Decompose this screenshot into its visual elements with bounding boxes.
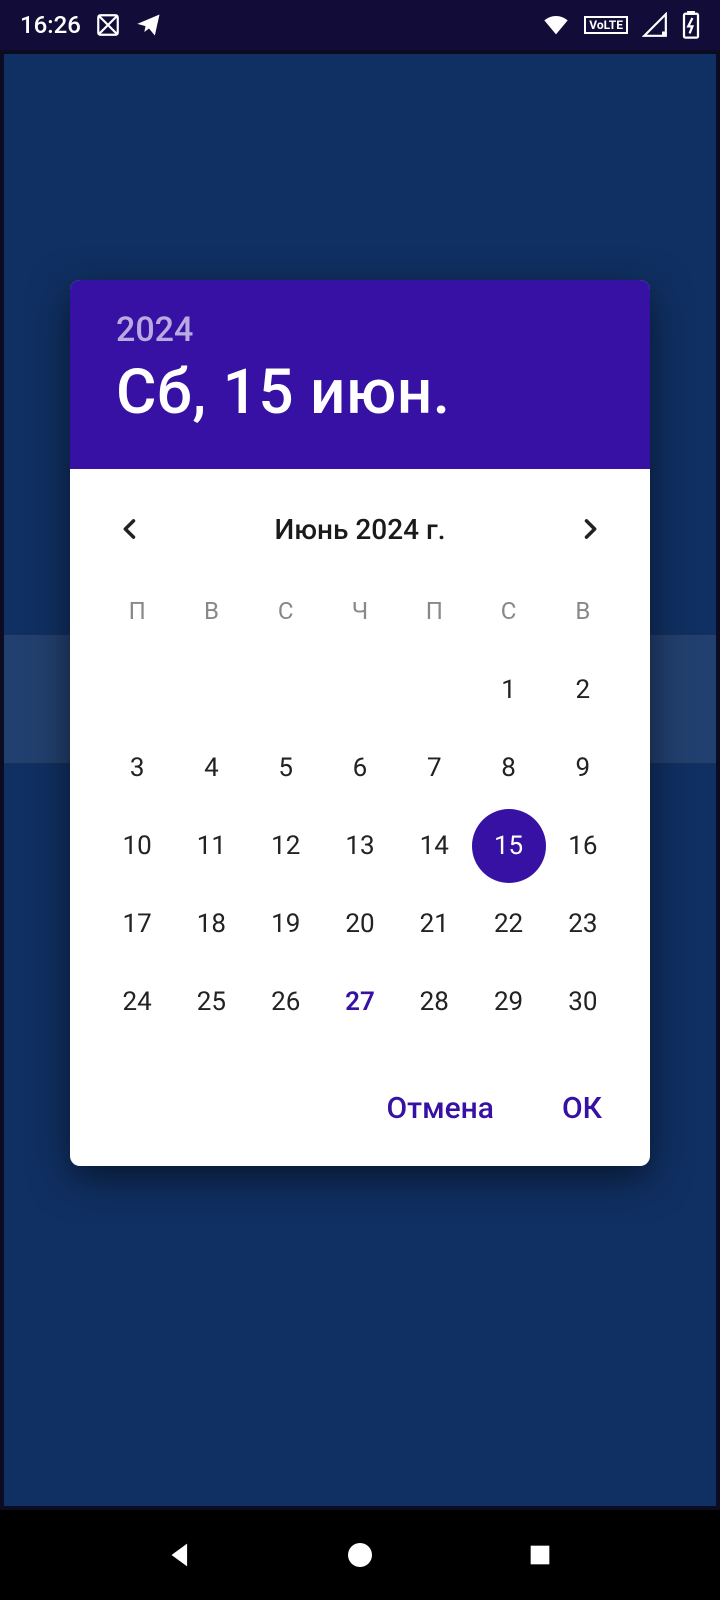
calendar-day[interactable]: 28 — [397, 963, 471, 1041]
calendar-day[interactable]: 25 — [174, 963, 248, 1041]
calendar-day[interactable]: 1 — [471, 651, 545, 729]
calendar-day[interactable]: 17 — [100, 885, 174, 963]
chevron-left-icon — [116, 515, 144, 543]
back-nav-button[interactable] — [140, 1525, 220, 1585]
calendar-day[interactable]: 10 — [100, 807, 174, 885]
calendar-day[interactable]: 12 — [249, 807, 323, 885]
calendar-day[interactable]: 15 — [471, 807, 545, 885]
calendar-day[interactable]: 19 — [249, 885, 323, 963]
dialog-header: 2024 Сб, 15 июн. — [70, 280, 650, 469]
calendar-day[interactable]: 30 — [546, 963, 620, 1041]
calendar-day[interactable]: 2 — [546, 651, 620, 729]
calendar-day[interactable]: 26 — [249, 963, 323, 1041]
calendar-day[interactable]: 7 — [397, 729, 471, 807]
calendar-day[interactable]: 4 — [174, 729, 248, 807]
prev-month-button[interactable] — [108, 507, 152, 551]
calendar-day-blank — [174, 651, 248, 729]
app-icon-1 — [95, 12, 121, 38]
selected-date-label[interactable]: Сб, 15 июн. — [116, 356, 604, 429]
signal-icon — [642, 12, 668, 38]
status-bar-left: 16:26 — [20, 11, 163, 39]
calendar-day[interactable]: 5 — [249, 729, 323, 807]
calendar-day[interactable]: 22 — [471, 885, 545, 963]
calendar-day[interactable]: 13 — [323, 807, 397, 885]
cancel-button[interactable]: Отмена — [387, 1091, 494, 1126]
weekday-header: В — [174, 581, 248, 651]
calendar-day[interactable]: 3 — [100, 729, 174, 807]
weekday-header: Ч — [323, 581, 397, 651]
battery-charging-icon — [682, 11, 700, 39]
calendar-day-blank — [323, 651, 397, 729]
status-time: 16:26 — [20, 11, 81, 39]
calendar-day[interactable]: 6 — [323, 729, 397, 807]
calendar-day[interactable]: 27 — [323, 963, 397, 1041]
weekday-header: П — [100, 581, 174, 651]
calendar-day[interactable]: 9 — [546, 729, 620, 807]
month-year-label[interactable]: Июнь 2024 г. — [274, 513, 445, 546]
calendar-day[interactable]: 14 — [397, 807, 471, 885]
calendar-day[interactable]: 18 — [174, 885, 248, 963]
nav-back-icon — [163, 1538, 197, 1572]
home-nav-button[interactable] — [320, 1525, 400, 1585]
recent-nav-button[interactable] — [500, 1525, 580, 1585]
status-bar: 16:26 VoLTE — [0, 0, 720, 50]
calendar-day[interactable]: 29 — [471, 963, 545, 1041]
telegram-icon — [135, 11, 163, 39]
nav-home-icon — [344, 1539, 376, 1571]
calendar-day[interactable]: 20 — [323, 885, 397, 963]
calendar-grid: ПВСЧПСВ123456789101112131415161718192021… — [100, 581, 620, 1041]
weekday-header: С — [249, 581, 323, 651]
weekday-header: В — [546, 581, 620, 651]
calendar-day[interactable]: 21 — [397, 885, 471, 963]
dialog-body: Июнь 2024 г. ПВСЧПСВ12345678910111213141… — [70, 469, 650, 1051]
wifi-icon — [542, 11, 570, 39]
next-month-button[interactable] — [568, 507, 612, 551]
calendar-day-blank — [397, 651, 471, 729]
calendar-day-blank — [249, 651, 323, 729]
calendar-day[interactable]: 8 — [471, 729, 545, 807]
calendar-day[interactable]: 23 — [546, 885, 620, 963]
calendar-day[interactable]: 11 — [174, 807, 248, 885]
status-bar-right: VoLTE — [542, 11, 700, 39]
weekday-header: П — [397, 581, 471, 651]
dialog-actions: Отмена ОК — [70, 1051, 650, 1166]
nav-recent-icon — [526, 1541, 554, 1569]
chevron-right-icon — [576, 515, 604, 543]
month-switcher: Июнь 2024 г. — [100, 497, 620, 581]
calendar-day[interactable]: 24 — [100, 963, 174, 1041]
ok-button[interactable]: ОК — [562, 1091, 602, 1126]
selected-year[interactable]: 2024 — [116, 310, 604, 350]
weekday-header: С — [471, 581, 545, 651]
system-navigation-bar — [0, 1510, 720, 1600]
calendar-day[interactable]: 16 — [546, 807, 620, 885]
volte-icon: VoLTE — [584, 16, 628, 34]
calendar-day-blank — [100, 651, 174, 729]
date-picker-dialog: 2024 Сб, 15 июн. Июнь 2024 г. ПВСЧПСВ123… — [70, 280, 650, 1166]
